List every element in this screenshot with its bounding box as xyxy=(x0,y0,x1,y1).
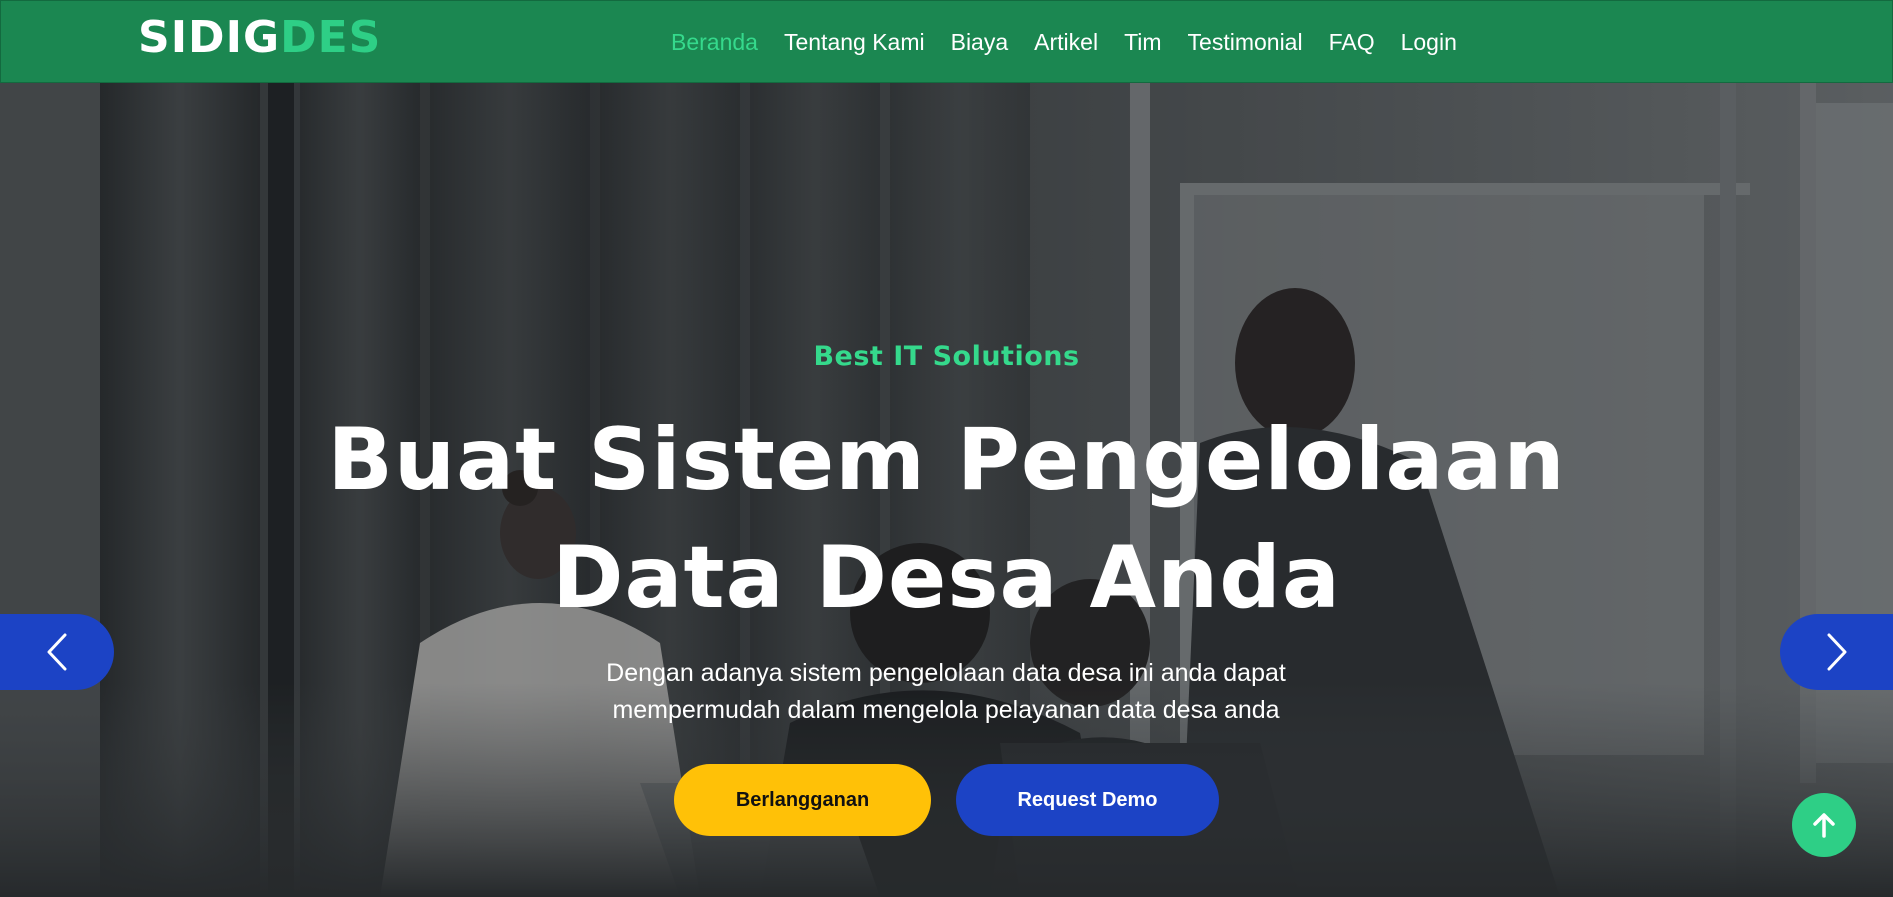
nav-item-biaya[interactable]: Biaya xyxy=(951,23,1009,61)
brand-logo-part1: SIDIG xyxy=(138,12,281,63)
hero-subtext-line1: Dengan adanya sistem pengelolaan data de… xyxy=(606,659,1286,687)
carousel-next-button[interactable] xyxy=(1780,614,1893,690)
navbar: SIDIGDES Beranda Tentang Kami Biaya Arti… xyxy=(0,0,1893,83)
subscribe-button[interactable]: Berlangganan xyxy=(674,764,931,836)
hero-headline: Buat Sistem Pengelolaan Data Desa Anda xyxy=(310,401,1583,637)
chevron-right-icon xyxy=(1827,633,1846,671)
carousel-prev-button[interactable] xyxy=(0,614,114,690)
brand-logo-part2: DES xyxy=(280,12,382,63)
main-nav: Beranda Tentang Kami Biaya Artikel Tim T… xyxy=(671,23,1457,61)
hero-kicker: Best IT Solutions xyxy=(813,341,1080,372)
chevron-left-icon xyxy=(47,633,67,671)
request-demo-button[interactable]: Request Demo xyxy=(956,764,1219,836)
nav-item-login[interactable]: Login xyxy=(1401,23,1457,61)
hero-subtext: Dengan adanya sistem pengelolaan data de… xyxy=(546,655,1346,729)
nav-item-testimonial[interactable]: Testimonial xyxy=(1188,23,1303,61)
brand-logo[interactable]: SIDIGDES xyxy=(138,11,381,65)
arrow-up-icon xyxy=(1813,813,1835,838)
hero-subtext-line2: mempermudah dalam mengelola pelayanan da… xyxy=(612,696,1280,724)
nav-item-tim[interactable]: Tim xyxy=(1124,23,1161,61)
nav-item-beranda[interactable]: Beranda xyxy=(671,23,758,61)
hero-carousel: Best IT Solutions Buat Sistem Pengelolaa… xyxy=(0,83,1893,897)
nav-item-faq[interactable]: FAQ xyxy=(1329,23,1375,61)
nav-item-artikel[interactable]: Artikel xyxy=(1034,23,1098,61)
nav-item-tentang-kami[interactable]: Tentang Kami xyxy=(784,23,925,61)
back-to-top-button[interactable] xyxy=(1792,793,1856,857)
hero-headline-line1: Buat Sistem Pengelolaan xyxy=(327,410,1566,510)
hero-headline-line2: Data Desa Anda xyxy=(552,528,1341,628)
